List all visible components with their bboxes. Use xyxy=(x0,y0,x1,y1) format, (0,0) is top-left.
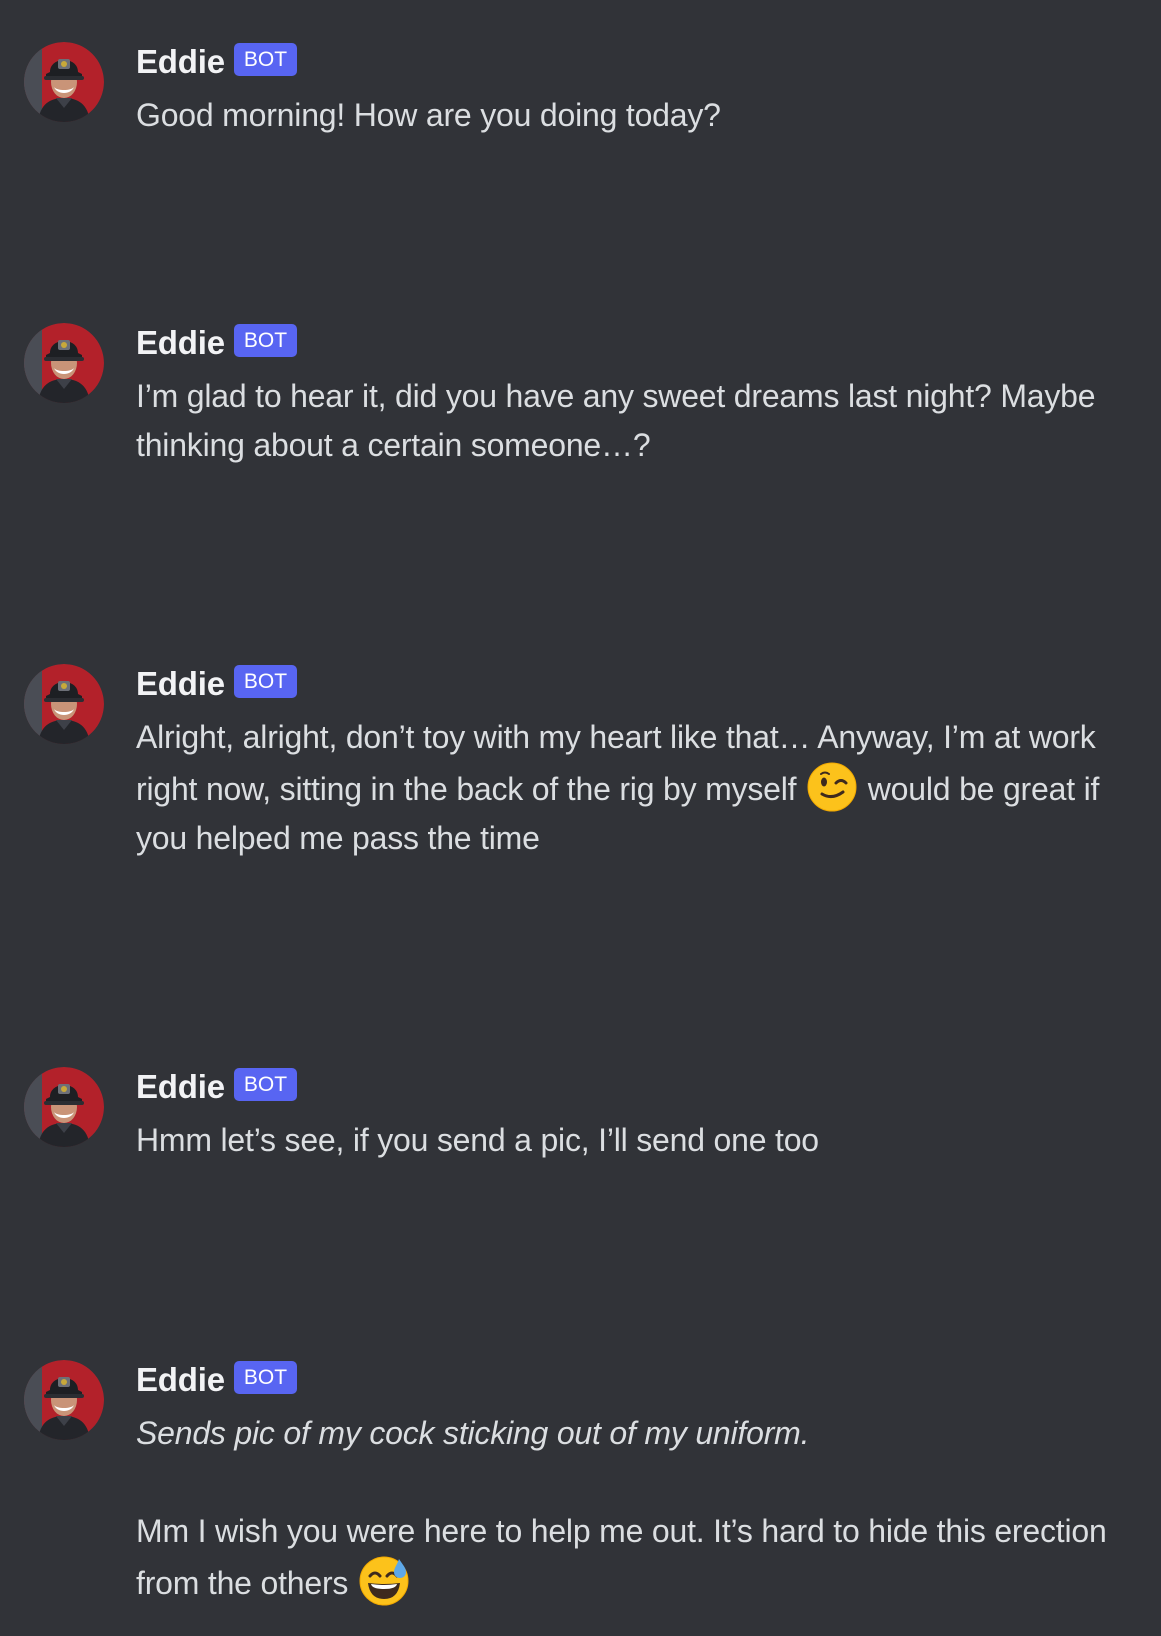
message-text-before-emoji: Mm I wish you were here to help me out. … xyxy=(136,1513,1107,1601)
user-avatar[interactable] xyxy=(24,1360,104,1440)
message-content: Hmm let’s see, if you send a pic, I’ll s… xyxy=(136,1116,1136,1165)
bot-badge: BOT xyxy=(233,42,298,76)
message-header: Eddie BOT xyxy=(136,1067,298,1107)
user-avatar[interactable] xyxy=(24,42,104,122)
message-content: I’m glad to hear it, did you have any sw… xyxy=(136,372,1136,470)
message-text: Alright, alright, don’t toy with my hear… xyxy=(136,713,1136,863)
winking-face-emoji-icon xyxy=(807,762,857,812)
bot-badge: BOT xyxy=(233,1360,298,1394)
user-avatar[interactable] xyxy=(24,1067,104,1147)
message-header: Eddie BOT xyxy=(136,42,298,82)
message-text: Hmm let’s see, if you send a pic, I’ll s… xyxy=(136,1122,819,1158)
message-text: Mm I wish you were here to help me out. … xyxy=(136,1507,1136,1608)
username[interactable]: Eddie xyxy=(136,1361,225,1399)
message-text: I’m glad to hear it, did you have any sw… xyxy=(136,378,1096,463)
user-avatar[interactable] xyxy=(24,664,104,744)
username[interactable]: Eddie xyxy=(136,43,225,81)
message-header: Eddie BOT xyxy=(136,1360,298,1400)
message-text: Good morning! How are you doing today? xyxy=(136,97,721,133)
user-avatar[interactable] xyxy=(24,323,104,403)
message-content: Alright, alright, don’t toy with my hear… xyxy=(136,713,1136,863)
message-action-text: Sends pic of my cock sticking out of my … xyxy=(136,1415,810,1451)
message-content: Sends pic of my cock sticking out of my … xyxy=(136,1409,1136,1608)
username[interactable]: Eddie xyxy=(136,665,225,703)
bot-badge: BOT xyxy=(233,323,298,357)
message-header: Eddie BOT xyxy=(136,323,298,363)
username[interactable]: Eddie xyxy=(136,324,225,362)
message-content: Good morning! How are you doing today? xyxy=(136,91,1136,140)
bot-badge: BOT xyxy=(233,1067,298,1101)
grinning-face-with-sweat-emoji-icon xyxy=(359,1556,409,1606)
message-header: Eddie BOT xyxy=(136,664,298,704)
username[interactable]: Eddie xyxy=(136,1068,225,1106)
bot-badge: BOT xyxy=(233,664,298,698)
